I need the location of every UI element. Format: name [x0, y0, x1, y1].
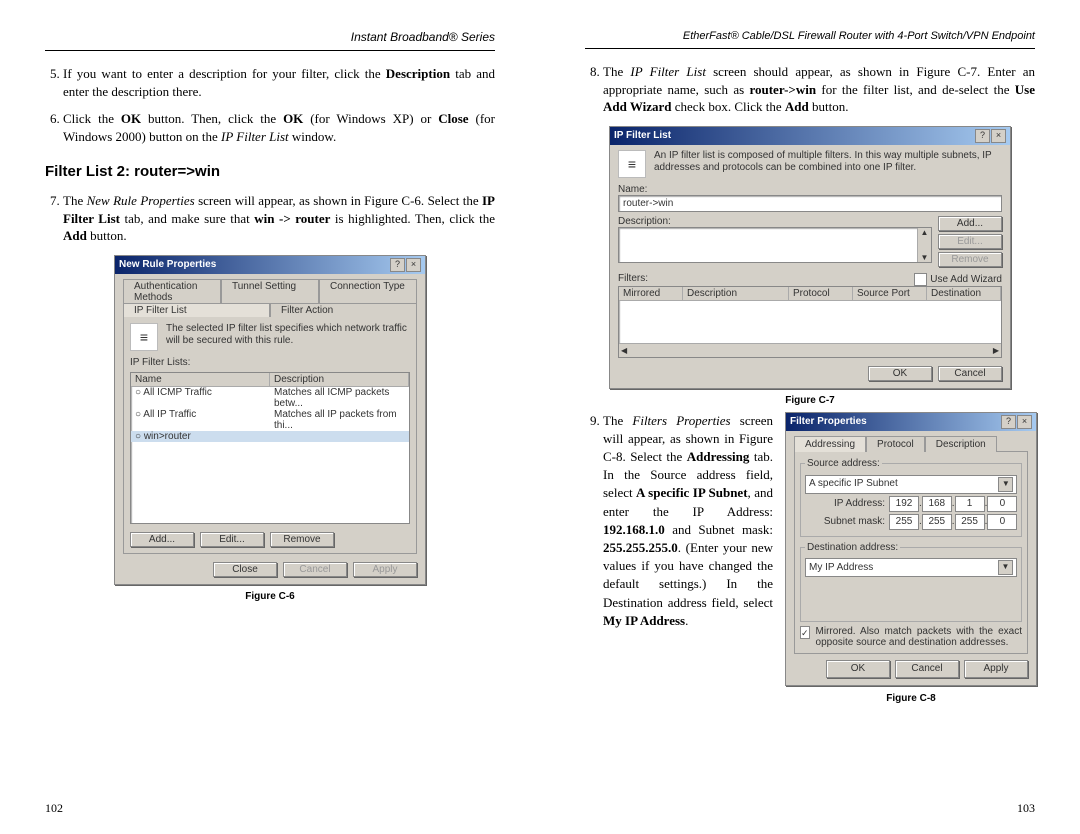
mirrored-checkbox[interactable]: ✓ Mirrored. Also match packets with the …: [800, 626, 1022, 648]
col-name: Name: [131, 373, 270, 386]
ok-button[interactable]: OK: [826, 660, 890, 678]
col-protocol: Protocol: [789, 287, 853, 300]
cancel-button[interactable]: Cancel: [895, 660, 959, 678]
use-add-wizard-checkbox[interactable]: Use Add Wizard: [914, 273, 1002, 286]
subnet-mask-label: Subnet mask:: [805, 515, 889, 529]
dialog-desc: The selected IP filter list specifies wh…: [166, 323, 410, 351]
close-icon[interactable]: ×: [991, 129, 1006, 143]
ip-octet[interactable]: 168: [922, 496, 952, 512]
scrollbar[interactable]: ▲▼: [917, 228, 931, 262]
list-item-selected[interactable]: ○ win>router: [131, 431, 409, 442]
dialog-titlebar: New Rule Properties ?×: [115, 256, 425, 274]
dialog-title: Filter Properties: [790, 415, 867, 429]
ip-octet[interactable]: 0: [987, 496, 1017, 512]
dialog-new-rule-properties: New Rule Properties ?× Authentication Me…: [114, 255, 426, 585]
edit-button[interactable]: Edit...: [200, 532, 264, 547]
mask-octet[interactable]: 255: [889, 514, 919, 530]
figure-c8-caption: Figure C-8: [785, 692, 1037, 706]
mask-octet[interactable]: 0: [987, 514, 1017, 530]
dialog-title: New Rule Properties: [119, 259, 216, 270]
figure-c7-caption: Figure C-7: [585, 395, 1035, 406]
step-6: Click the OK button. Then, click the OK …: [63, 110, 495, 145]
remove-button[interactable]: Remove: [270, 532, 334, 547]
mask-octet[interactable]: 255: [922, 514, 952, 530]
figure-c6-caption: Figure C-6: [45, 591, 495, 602]
mask-octet[interactable]: 255: [955, 514, 985, 530]
apply-button: Apply: [353, 562, 417, 577]
ip-octet[interactable]: 1: [955, 496, 985, 512]
edit-button: Edit...: [938, 234, 1002, 249]
col-mirrored: Mirrored: [619, 287, 683, 300]
source-address-dropdown[interactable]: A specific IP Subnet▼: [805, 475, 1017, 494]
header-right: EtherFast® Cable/DSL Firewall Router wit…: [585, 30, 1035, 42]
cancel-button[interactable]: Cancel: [938, 366, 1002, 381]
name-label: Name:: [618, 184, 1002, 195]
col-description: Description: [270, 373, 409, 386]
filter-lists-label: IP Filter Lists:: [130, 357, 410, 368]
ip-octet[interactable]: 192: [889, 496, 919, 512]
dialog-filter-properties: Filter Properties ?× Addressing Protocol…: [785, 412, 1037, 686]
name-input[interactable]: router->win: [618, 195, 1002, 212]
h-scrollbar[interactable]: ◀▶: [619, 343, 1001, 357]
close-icon[interactable]: ×: [1017, 415, 1032, 429]
titlebar-buttons: ?×: [389, 258, 421, 272]
step-7: The New Rule Properties screen will appe…: [63, 192, 495, 245]
chevron-down-icon: ▼: [998, 477, 1013, 492]
page-right: EtherFast® Cable/DSL Firewall Router wit…: [540, 0, 1080, 834]
col-source-port: Source Port: [853, 287, 927, 300]
tab-ip-filter-list[interactable]: IP Filter List: [123, 303, 270, 317]
tab-tunnel-setting[interactable]: Tunnel Setting: [221, 279, 319, 304]
help-icon[interactable]: ?: [1001, 415, 1016, 429]
ip-address-label: IP Address:: [805, 497, 889, 511]
close-icon[interactable]: ×: [406, 258, 421, 272]
remove-button: Remove: [938, 252, 1002, 267]
filter-list-icon: ≡: [130, 323, 158, 351]
dialog-titlebar: IP Filter List ?×: [610, 127, 1010, 145]
destination-address-dropdown[interactable]: My IP Address▼: [805, 558, 1017, 577]
add-button[interactable]: Add...: [938, 216, 1002, 231]
steps-list-right: The IP Filter List screen should appear,…: [603, 63, 1035, 116]
page-left: Instant Broadband® Series If you want to…: [0, 0, 540, 834]
dialog-title: IP Filter List: [614, 130, 671, 141]
steps-list-left-2: The New Rule Properties screen will appe…: [63, 192, 495, 245]
dialog-titlebar: Filter Properties ?×: [786, 413, 1036, 431]
header-rule: [45, 50, 495, 51]
header-left: Instant Broadband® Series: [45, 30, 495, 44]
source-address-label: Source address:: [805, 457, 882, 471]
step-9: The Filters Properties screen will appea…: [603, 412, 1035, 712]
cancel-button: Cancel: [283, 562, 347, 577]
header-rule: [585, 48, 1035, 49]
filter-list-icon: ≡: [618, 150, 646, 178]
page-number-right: 103: [1017, 801, 1035, 816]
tab-addressing[interactable]: Addressing: [794, 436, 866, 453]
help-icon[interactable]: ?: [975, 129, 990, 143]
chevron-down-icon: ▼: [998, 560, 1013, 575]
list-item[interactable]: ○ All ICMP Traffic Matches all ICMP pack…: [131, 387, 409, 409]
dialog-ip-filter-list: IP Filter List ?× ≡ An IP filter list is…: [609, 126, 1011, 389]
list-item[interactable]: ○ All IP Traffic Matches all IP packets …: [131, 409, 409, 431]
filters-label: Filters:: [618, 273, 648, 286]
step-8: The IP Filter List screen should appear,…: [603, 63, 1035, 116]
col-destination: Destination: [927, 287, 1001, 300]
tab-filter-action[interactable]: Filter Action: [270, 303, 417, 317]
page-number-left: 102: [45, 801, 63, 816]
tab-description[interactable]: Description: [925, 436, 997, 453]
steps-list-left: If you want to enter a description for y…: [63, 65, 495, 145]
close-button[interactable]: Close: [213, 562, 277, 577]
apply-button[interactable]: Apply: [964, 660, 1028, 678]
tab-connection-type[interactable]: Connection Type: [319, 279, 417, 304]
col-description: Description: [683, 287, 789, 300]
tab-auth-methods[interactable]: Authentication Methods: [123, 279, 221, 304]
help-icon[interactable]: ?: [390, 258, 405, 272]
step-5: If you want to enter a description for y…: [63, 65, 495, 100]
destination-address-label: Destination address:: [805, 541, 900, 555]
ok-button[interactable]: OK: [868, 366, 932, 381]
section-heading: Filter List 2: router=>win: [45, 163, 495, 180]
add-button[interactable]: Add...: [130, 532, 194, 547]
dialog-desc: An IP filter list is composed of multipl…: [654, 150, 1002, 178]
tab-protocol[interactable]: Protocol: [866, 436, 925, 453]
description-label: Description:: [618, 216, 932, 227]
description-input[interactable]: ▲▼: [618, 227, 932, 263]
